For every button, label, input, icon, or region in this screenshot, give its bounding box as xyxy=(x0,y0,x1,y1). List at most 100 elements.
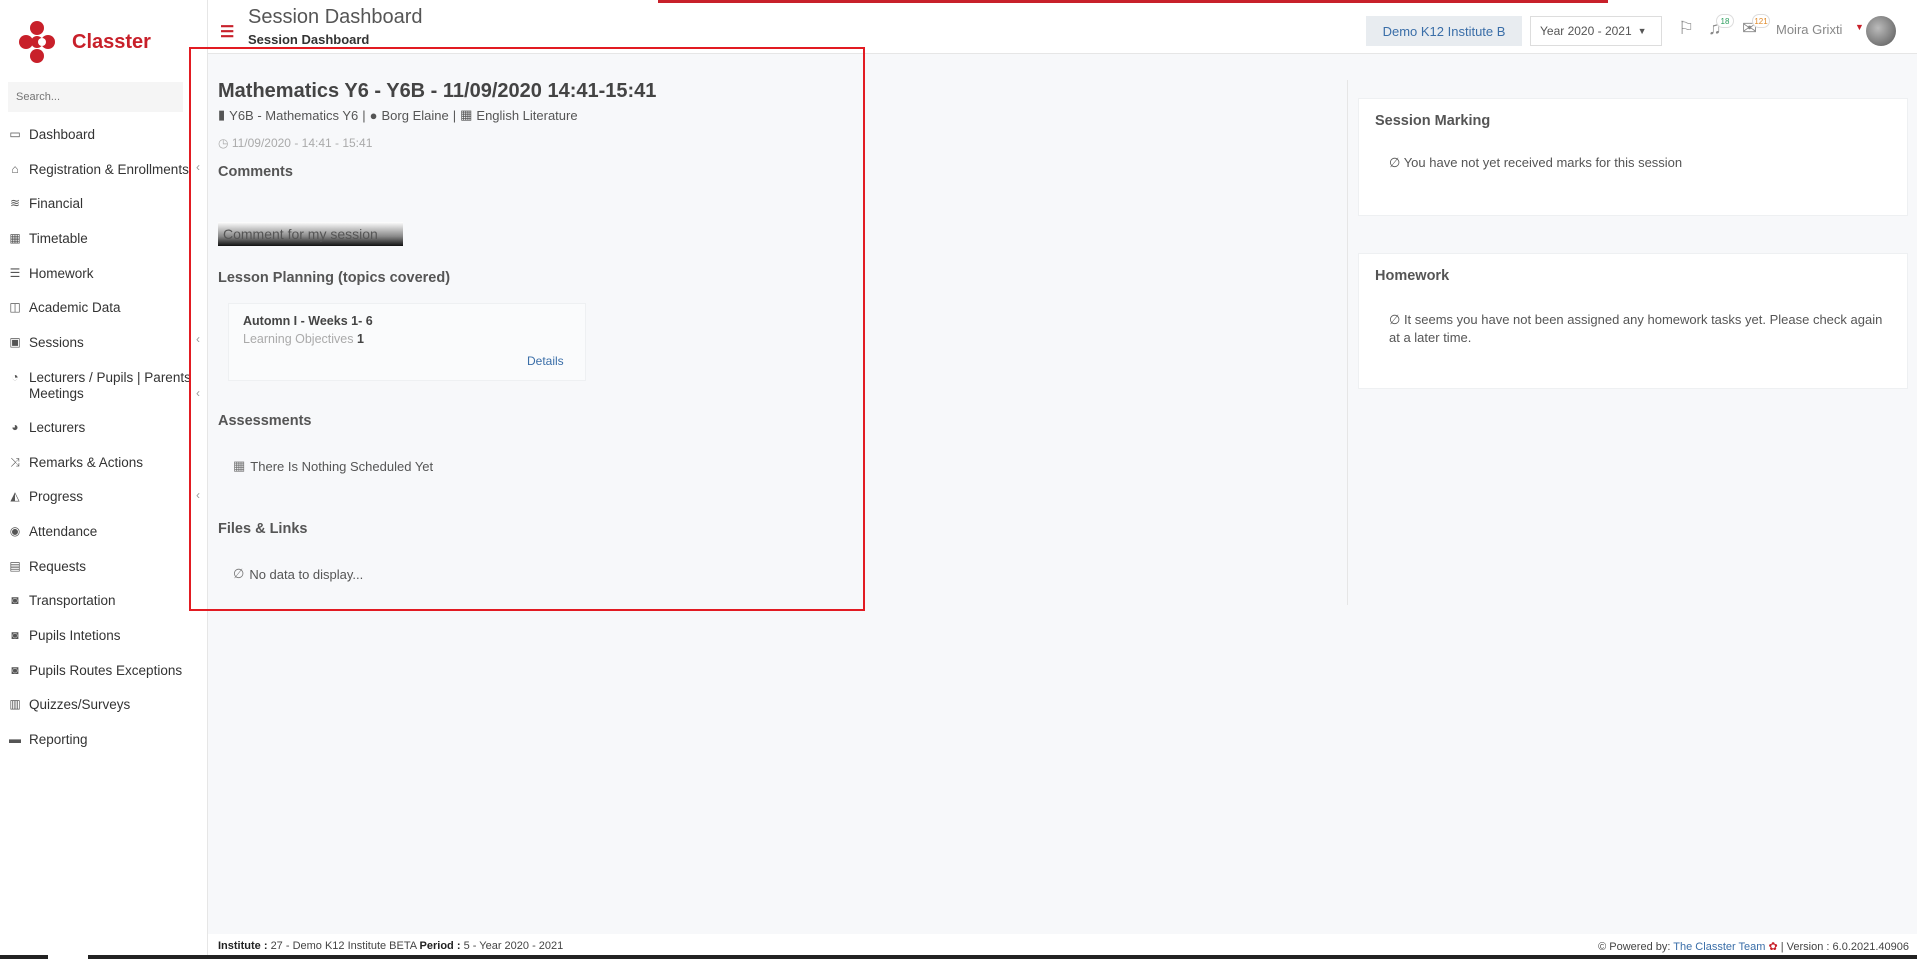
sidebar-item-reporting[interactable]: ▬ Reporting xyxy=(0,725,208,760)
sidebar-item-label: Transportation xyxy=(29,593,116,609)
bus-icon: ◙ xyxy=(11,593,19,608)
logo[interactable]: Classter xyxy=(18,20,151,64)
institute-button[interactable]: Demo K12 Institute B xyxy=(1366,16,1522,46)
assessments-empty-text: There Is Nothing Scheduled Yet xyxy=(250,458,434,474)
session-title: Mathematics Y6 - Y6B - 11/09/2020 14:41-… xyxy=(218,80,657,102)
team-link[interactable]: The Classter Team xyxy=(1673,941,1765,953)
sidebar-item-dashboard[interactable]: ▭ Dashboard xyxy=(0,120,208,155)
presentation-icon: ▣ xyxy=(9,335,21,350)
sidebar-item-homework[interactable]: ☰ Homework xyxy=(0,259,208,294)
sidebar-item-remarks[interactable]: ⤨ Remarks & Actions xyxy=(0,448,208,483)
bus-icon: ◙ xyxy=(11,627,19,642)
coins-icon: ≋ xyxy=(9,196,21,211)
caret-down-icon[interactable]: ▼ xyxy=(1855,22,1864,32)
session-lecturer: Borg Elaine xyxy=(381,107,449,123)
sidebar-item-label: Remarks & Actions xyxy=(29,454,144,470)
taskbar xyxy=(0,955,1917,959)
sidebar-nav: ▭ Dashboard ⌂ Registration & Enrollments ≋… xyxy=(0,120,208,760)
user-name[interactable]: Moira Grixti xyxy=(1776,22,1842,37)
sidebar-item-transportation[interactable]: ◙ Transportation xyxy=(0,586,208,621)
sidebar-item-sessions[interactable]: ▣ Sessions xyxy=(0,328,208,363)
search-input[interactable] xyxy=(8,82,183,112)
separator: | xyxy=(362,107,366,123)
period-label: Period : xyxy=(419,940,461,952)
lesson-card: Automn I - Weeks 1- 6 Learning Objective… xyxy=(228,303,586,381)
sidebar-item-label: Pupils Intetions xyxy=(29,627,121,643)
graduation-cap-icon: ◭ xyxy=(10,489,20,504)
classter-logo-icon xyxy=(19,21,55,63)
clock-icon: ◷ xyxy=(218,136,232,150)
chart-icon: ◫ xyxy=(9,300,21,315)
homework-text-value: It seems you have not been assigned any … xyxy=(1389,312,1883,345)
session-subject: English Literature xyxy=(476,107,578,123)
loading-bar xyxy=(658,0,1608,3)
sidebar-item-financial[interactable]: ≋ Financial xyxy=(0,189,208,224)
sidebar-item-label: Lecturers / Pupils | Parents Meetings xyxy=(29,369,191,401)
calendar-icon: ▦ xyxy=(9,231,21,246)
sidebar-item-attendance[interactable]: ◉ Attendance xyxy=(0,517,208,552)
sidebar-item-quizzes[interactable]: ▥ Quizzes/Surveys xyxy=(0,690,208,725)
sidebar-item-academic-data[interactable]: ◫ Academic Data xyxy=(0,293,208,328)
session-time-value: 11/09/2020 - 14:41 - 15:41 xyxy=(231,136,373,150)
files-empty-text: No data to display... xyxy=(249,566,364,582)
session-meta: ▮ Y6B - Mathematics Y6 | ● Borg Elaine |… xyxy=(218,107,582,123)
separator: | xyxy=(452,107,457,123)
sidebar-item-label: Progress xyxy=(29,489,84,505)
sidebar-item-label: Dashboard xyxy=(29,127,96,142)
powered-by: Powered by: xyxy=(1609,941,1671,953)
marking-text-value: You have not yet received marks for this… xyxy=(1403,155,1683,170)
homework-title: Homework xyxy=(1375,268,1450,284)
empty-set-icon: ∅ xyxy=(1389,155,1404,170)
sidebar-item-label: Homework xyxy=(29,265,94,281)
details-link[interactable]: Details xyxy=(527,354,564,368)
institute-value: 27 - Demo K12 Institute BETA xyxy=(270,940,417,952)
avatar[interactable] xyxy=(1866,16,1896,46)
sidebar-item-label: Requests xyxy=(29,558,87,574)
monitor-icon: ▭ xyxy=(9,127,21,141)
sidebar-item-label: Pupils Routes Exceptions xyxy=(29,662,183,678)
year-select[interactable]: Year 2020 - 2021 ▼ xyxy=(1530,16,1662,46)
lesson-planning-heading: Lesson Planning (topics covered) xyxy=(218,270,451,286)
hamburger-menu-icon[interactable]: ☰ xyxy=(220,22,234,42)
sidebar-item-label: Financial xyxy=(29,196,84,212)
session-marking-card: Session Marking ∅ You have not yet recei… xyxy=(1358,98,1908,216)
period-value: 5 - Year 2020 - 2021 xyxy=(463,940,564,952)
assessments-empty: ▦ There Is Nothing Scheduled Yet xyxy=(233,458,433,474)
sidebar-item-progress[interactable]: ◭ Progress xyxy=(0,482,208,517)
sidebar-item-timetable[interactable]: ▦ Timetable xyxy=(0,224,208,259)
files-empty: ∅ No data to display... xyxy=(233,566,363,582)
sidebar-item-routes-exceptions[interactable]: ◙ Pupils Routes Exceptions xyxy=(0,656,208,691)
assessments-heading: Assessments xyxy=(218,413,312,429)
comment-button[interactable]: Comment for my session xyxy=(218,222,403,246)
checklist-icon: ▥ xyxy=(9,697,21,712)
empty-set-icon: ∅ xyxy=(1389,312,1404,327)
sidebar-item-meetings[interactable]: ◔ Lecturers / Pupils | Parents Meetings xyxy=(0,363,208,413)
sidebar: Classter ▭ Dashboard ⌂ Registration & Enro… xyxy=(0,0,208,959)
sidebar-item-registration[interactable]: ⌂ Registration & Enrollments xyxy=(0,155,208,190)
book-icon: ▮ xyxy=(218,107,226,122)
marking-title: Session Marking xyxy=(1375,113,1491,129)
app-name: Classter xyxy=(72,30,151,53)
sidebar-item-label: Registration & Enrollments xyxy=(29,161,189,177)
learning-objectives: Learning Objectives 1 xyxy=(243,332,364,346)
notifications-badge: 18 xyxy=(1716,14,1734,28)
user-icon: ● xyxy=(369,107,378,123)
sidebar-item-lecturers[interactable]: ◕ Lecturers xyxy=(0,413,208,448)
sidebar-item-label: Quizzes/Surveys xyxy=(29,697,131,713)
caret-down-icon: ▼ xyxy=(1637,26,1647,36)
lesson-title: Automn I - Weeks 1- 6 xyxy=(243,314,373,328)
footer-info: Institute : 27 - Demo K12 Institute BETA… xyxy=(218,940,563,952)
user-clock-icon: ◔ xyxy=(11,369,19,384)
flag-icon[interactable]: ⚐ xyxy=(1678,18,1694,39)
printer-icon: ▬ xyxy=(9,732,21,746)
sidebar-item-label: Reporting xyxy=(29,732,88,747)
sidebar-item-requests[interactable]: ▤ Requests xyxy=(0,552,208,587)
calendar-icon: ▦ xyxy=(233,458,246,473)
sidebar-item-pupils-intentions[interactable]: ◙ Pupils Intetions xyxy=(0,621,208,656)
users-icon: ◕ xyxy=(11,419,19,434)
homework-card: Homework ∅ It seems you have not been as… xyxy=(1358,253,1908,389)
shuffle-icon: ⤨ xyxy=(10,454,20,469)
session-time: ◷ 11/09/2020 - 14:41 - 15:41 xyxy=(218,136,372,150)
empty-set-icon: ∅ xyxy=(233,566,245,581)
bank-icon: ⌂ xyxy=(11,161,19,176)
